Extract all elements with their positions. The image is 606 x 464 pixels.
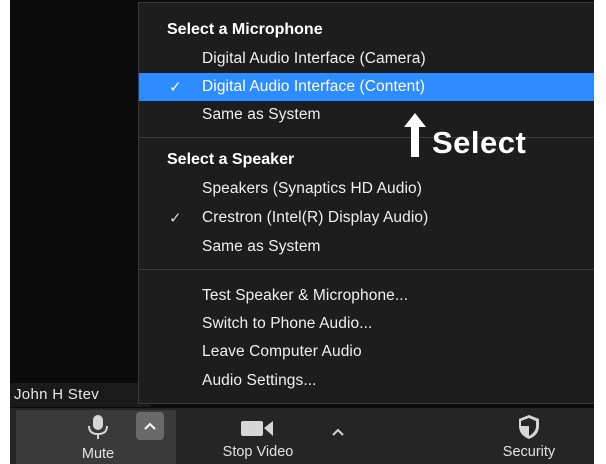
video-camera-icon	[241, 421, 273, 436]
menu-action-label: Test Speaker & Microphone...	[202, 287, 409, 304]
check-icon: ✓	[169, 79, 182, 96]
chevron-up-icon	[144, 422, 156, 430]
microphone-icon	[88, 415, 108, 439]
meeting-toolbar: Mute Stop Video Security	[10, 408, 594, 464]
mute-label: Mute	[81, 446, 115, 462]
security-button[interactable]: Security	[484, 408, 574, 464]
video-options-caret[interactable]	[324, 418, 352, 446]
speaker-option-label: Crestron (Intel(R) Display Audio)	[202, 209, 429, 226]
speaker-option-same-as-system[interactable]: Same as System	[139, 233, 594, 261]
mute-button[interactable]: Mute	[70, 408, 126, 464]
speaker-option-synaptics[interactable]: Speakers (Synaptics HD Audio)	[139, 175, 594, 203]
mic-option-label: Digital Audio Interface (Content)	[202, 78, 426, 95]
speaker-option-crestron[interactable]: ✓ Crestron (Intel(R) Display Audio)	[139, 204, 594, 232]
menu-action-label: Switch to Phone Audio...	[202, 315, 373, 332]
test-speaker-microphone-item[interactable]: Test Speaker & Microphone...	[139, 282, 594, 310]
stop-video-button[interactable]: Stop Video	[208, 408, 308, 464]
mic-option-label: Same as System	[202, 106, 321, 123]
check-icon: ✓	[169, 210, 182, 227]
annotation-text: Select	[432, 125, 527, 160]
mute-button-group: Mute	[16, 410, 176, 464]
chevron-up-icon	[332, 428, 344, 436]
speaker-section-title: Select a Speaker	[167, 151, 295, 168]
speaker-option-label: Same as System	[202, 238, 321, 255]
audio-settings-item[interactable]: Audio Settings...	[139, 367, 594, 395]
menu-action-label: Leave Computer Audio	[202, 343, 362, 360]
meeting-window: John H Stev Select a Microphone Digital …	[10, 0, 594, 464]
mic-option-content[interactable]: ✓ Digital Audio Interface (Content)	[139, 73, 594, 101]
select-annotation: Select	[402, 111, 582, 160]
mic-option-camera[interactable]: Digital Audio Interface (Camera)	[139, 45, 594, 73]
shield-icon	[519, 415, 539, 439]
stop-video-label: Stop Video	[222, 444, 294, 460]
audio-options-menu: Select a Microphone Digital Audio Interf…	[138, 2, 594, 404]
participant-name-label: John H Stev	[10, 383, 150, 407]
security-label: Security	[502, 444, 556, 460]
audio-options-caret[interactable]	[136, 412, 164, 440]
microphone-section-title: Select a Microphone	[167, 21, 323, 38]
menu-action-label: Audio Settings...	[202, 372, 317, 389]
switch-to-phone-audio-item[interactable]: Switch to Phone Audio...	[139, 310, 594, 338]
leave-computer-audio-item[interactable]: Leave Computer Audio	[139, 338, 594, 366]
arrow-up-icon	[404, 113, 426, 157]
menu-divider	[139, 269, 594, 270]
mic-option-label: Digital Audio Interface (Camera)	[202, 50, 426, 67]
speaker-option-label: Speakers (Synaptics HD Audio)	[202, 180, 422, 197]
